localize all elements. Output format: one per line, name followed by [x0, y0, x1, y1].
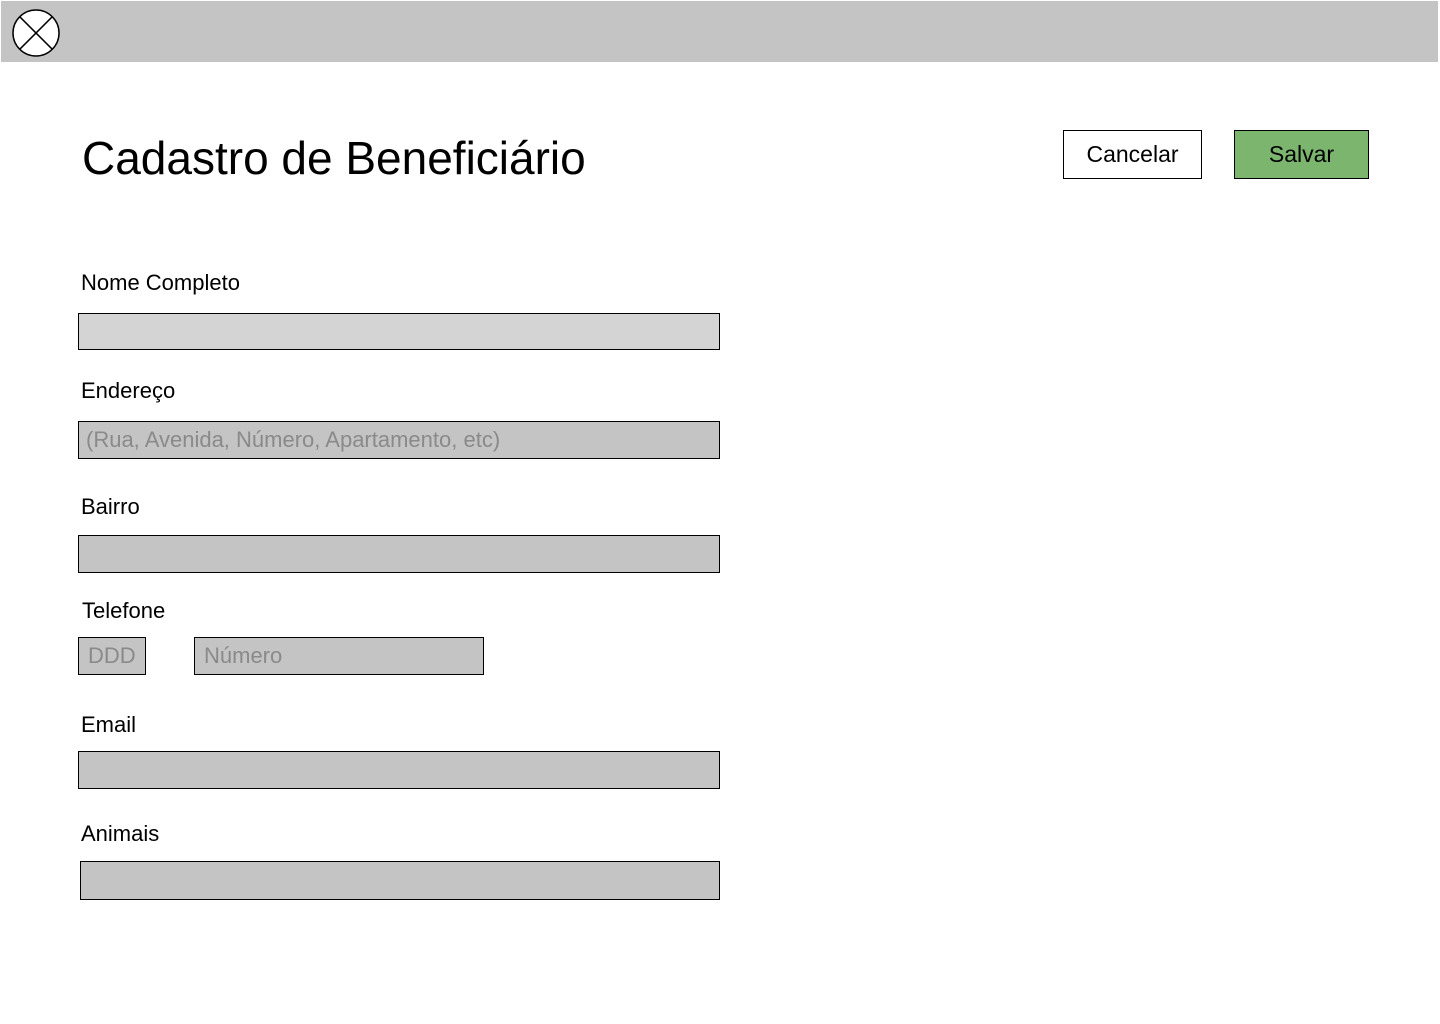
area-code-input[interactable] [78, 637, 146, 675]
email-label: Email [81, 712, 137, 737]
animals-input[interactable] [80, 861, 720, 900]
full-name-input[interactable] [78, 313, 720, 350]
cancel-button[interactable]: Cancelar [1063, 130, 1202, 179]
animals-label: Animais [81, 821, 160, 846]
neighborhood-input[interactable] [78, 535, 720, 573]
phone-number-input[interactable] [194, 637, 484, 675]
phone-label: Telefone [82, 598, 166, 623]
neighborhood-label: Bairro [81, 494, 140, 519]
page-title: Cadastro de Beneficiário [82, 132, 586, 184]
save-button[interactable]: Salvar [1234, 130, 1369, 179]
top-bar [1, 1, 1438, 62]
address-input[interactable] [78, 421, 720, 459]
full-name-label: Nome Completo [81, 270, 240, 295]
email-input[interactable] [78, 751, 720, 789]
circle-x-icon[interactable] [12, 9, 60, 57]
address-label: Endereço [81, 378, 176, 403]
